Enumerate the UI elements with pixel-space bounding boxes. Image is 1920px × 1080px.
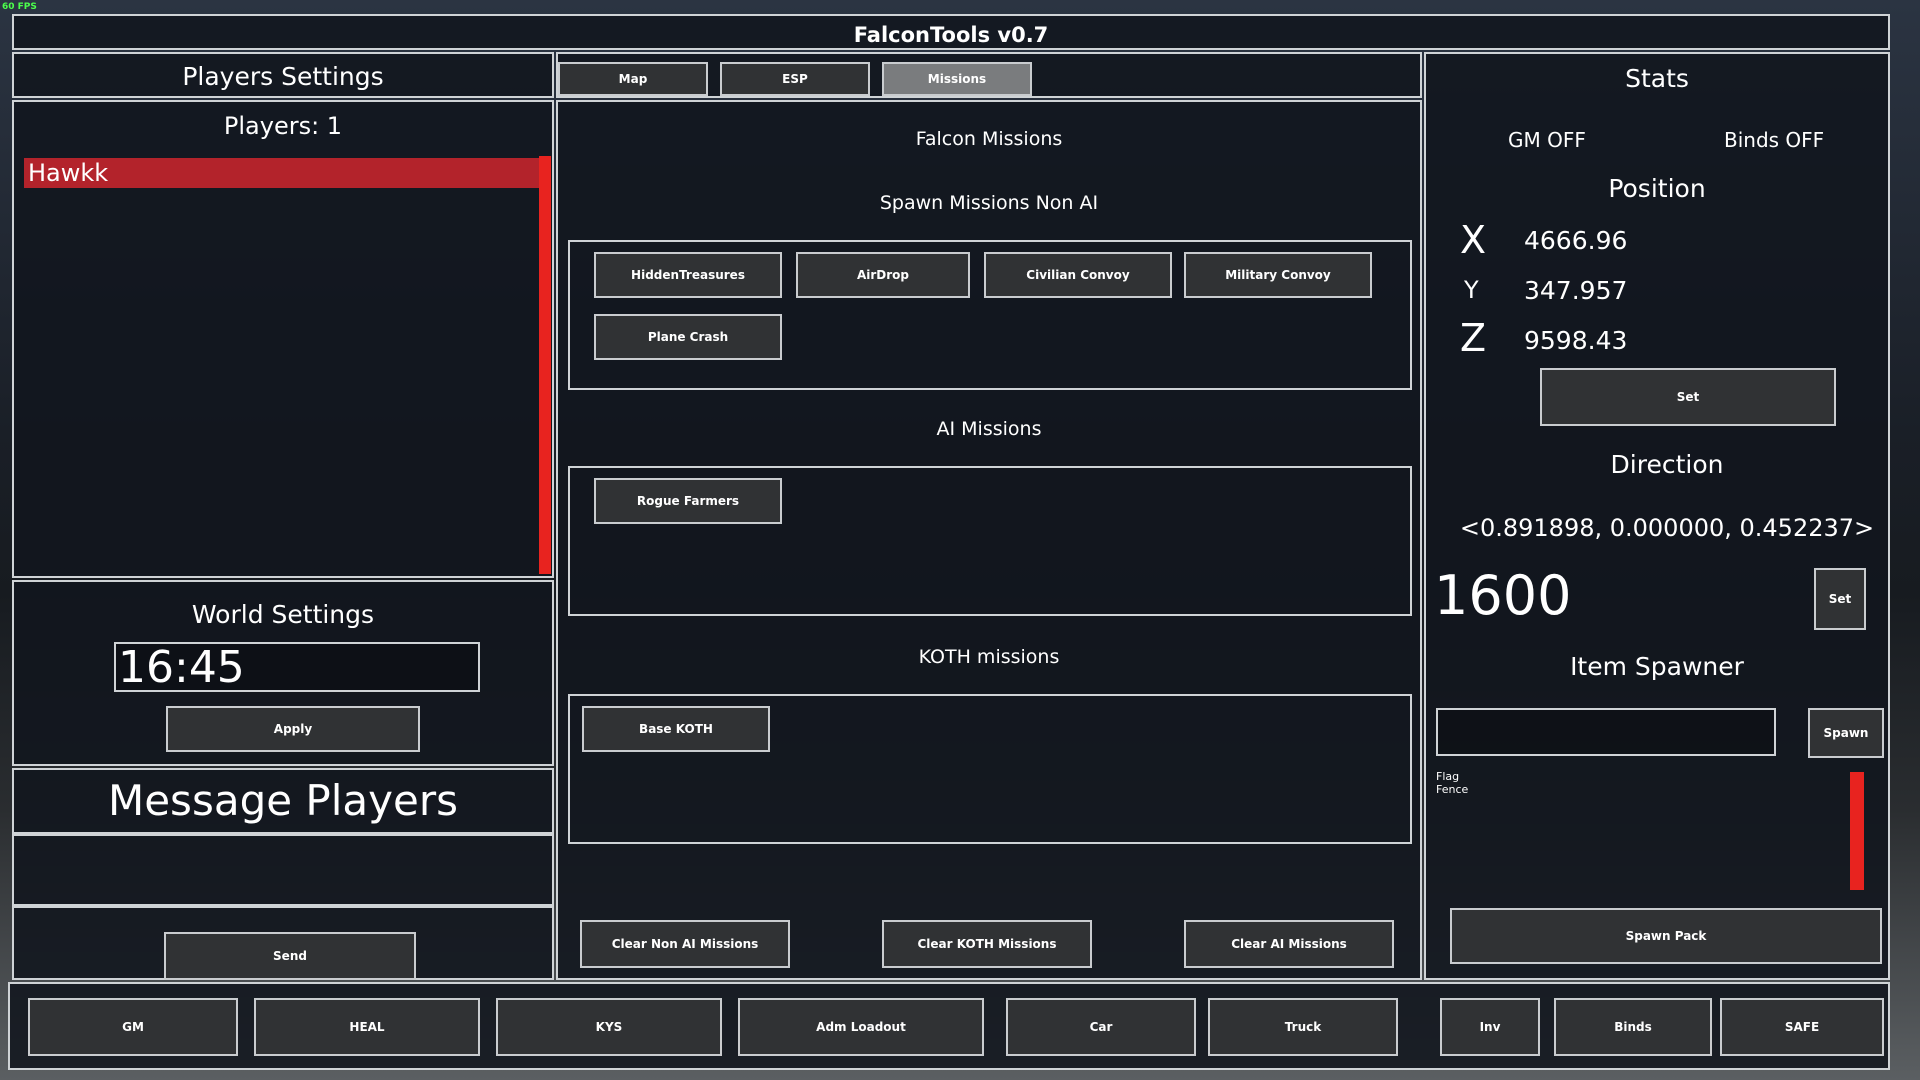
players-settings-header: Players Settings [12,52,554,98]
rogue-farmers-button[interactable]: Rogue Farmers [594,478,782,524]
tab-missions[interactable]: Missions [882,62,1032,96]
players-settings-title: Players Settings [182,62,384,91]
players-count: Players: 1 [223,112,343,140]
title-bar: FalconTools v0.7 [12,14,1890,50]
koth-missions-group: Base KOTH [568,694,1412,844]
set-direction-button[interactable]: Set [1814,568,1866,630]
message-players-title: Message Players [107,776,458,825]
spawn-item-button[interactable]: Spawn [1808,708,1884,758]
x-value: 4666.96 [1524,226,1628,255]
truck-button[interactable]: Truck [1208,998,1398,1056]
tab-bar: Map ESP Missions [556,52,1422,98]
world-settings-title: World Settings [191,600,375,629]
car-button[interactable]: Car [1006,998,1196,1056]
missions-title: Falcon Missions [915,128,1063,150]
military-convoy-button[interactable]: Military Convoy [1184,252,1372,298]
y-label: Y [1464,276,1479,304]
spawn-pack-button[interactable]: Spawn Pack [1450,908,1882,964]
koth-missions-header: KOTH missions [918,646,1060,668]
z-value: 9598.43 [1524,326,1628,355]
tab-map[interactable]: Map [558,62,708,96]
y-value: 347.957 [1524,276,1628,305]
kys-button[interactable]: KYS [496,998,722,1056]
airdrop-button[interactable]: AirDrop [796,252,970,298]
item-list-scrollbar[interactable] [1850,772,1864,890]
clear-ai-missions-button[interactable]: Clear AI Missions [1184,920,1394,968]
heal-button[interactable]: HEAL [254,998,480,1056]
inv-button[interactable]: Inv [1440,998,1540,1056]
item-list: Flag Fence [1436,770,1736,810]
civilian-convoy-button[interactable]: Civilian Convoy [984,252,1172,298]
ai-missions-header: AI Missions [936,418,1042,440]
player-list-item[interactable]: Hawkk [24,158,542,188]
ai-missions-group: Rogue Farmers [568,466,1412,616]
item-list-entry[interactable]: Flag [1436,770,1736,783]
missions-panel: Falcon Missions Spawn Missions Non AI Hi… [556,100,1422,980]
gm-status: GM OFF [1508,128,1586,152]
item-list-entry[interactable]: Fence [1436,783,1736,796]
binds-button[interactable]: Binds [1554,998,1712,1056]
direction-value: <0.891898, 0.000000, 0.452237> [1459,514,1875,542]
players-list-scrollbar[interactable] [539,156,551,574]
app-title: FalconTools v0.7 [853,23,1049,47]
stats-title: Stats [1625,64,1689,93]
stats-panel: Stats GM OFF Binds OFF Position X 4666.9… [1424,52,1890,980]
gm-button[interactable]: GM [28,998,238,1056]
x-label: X [1460,218,1487,262]
z-label: Z [1460,316,1487,360]
non-ai-missions-group: HiddenTreasures AirDrop Civilian Convoy … [568,240,1412,390]
set-position-button[interactable]: Set [1540,368,1836,426]
safe-button[interactable]: SAFE [1720,998,1884,1056]
players-list-panel: Players: 1 Hawkk [12,100,554,578]
item-search-input[interactable] [1436,708,1776,756]
clear-koth-missions-button[interactable]: Clear KOTH Missions [882,920,1092,968]
message-players-header: Message Players [12,768,554,834]
player-name: Hawkk [28,159,109,187]
message-input[interactable] [12,834,554,906]
hidden-treasures-button[interactable]: HiddenTreasures [594,252,782,298]
fps-counter: 60 FPS [2,2,37,12]
send-button[interactable]: Send [164,932,416,980]
plane-crash-button[interactable]: Plane Crash [594,314,782,360]
position-header: Position [1608,174,1706,203]
binds-status: Binds OFF [1724,128,1825,152]
time-value: 16:45 [118,642,245,693]
non-ai-missions-header: Spawn Missions Non AI [879,192,1099,214]
distance-value: 1600 [1434,564,1572,627]
direction-header: Direction [1610,450,1724,479]
clear-non-ai-missions-button[interactable]: Clear Non AI Missions [580,920,790,968]
item-spawner-header: Item Spawner [1570,652,1744,681]
adm-loadout-button[interactable]: Adm Loadout [738,998,984,1056]
apply-time-button[interactable]: Apply [166,706,420,752]
tab-esp[interactable]: ESP [720,62,870,96]
bottom-toolbar: GM HEAL KYS Adm Loadout Car Truck Inv Bi… [8,982,1890,1070]
time-input[interactable]: 16:45 [114,642,480,692]
world-settings-panel: World Settings 16:45 Apply [12,580,554,766]
send-panel: Send [12,906,554,980]
base-koth-button[interactable]: Base KOTH [582,706,770,752]
